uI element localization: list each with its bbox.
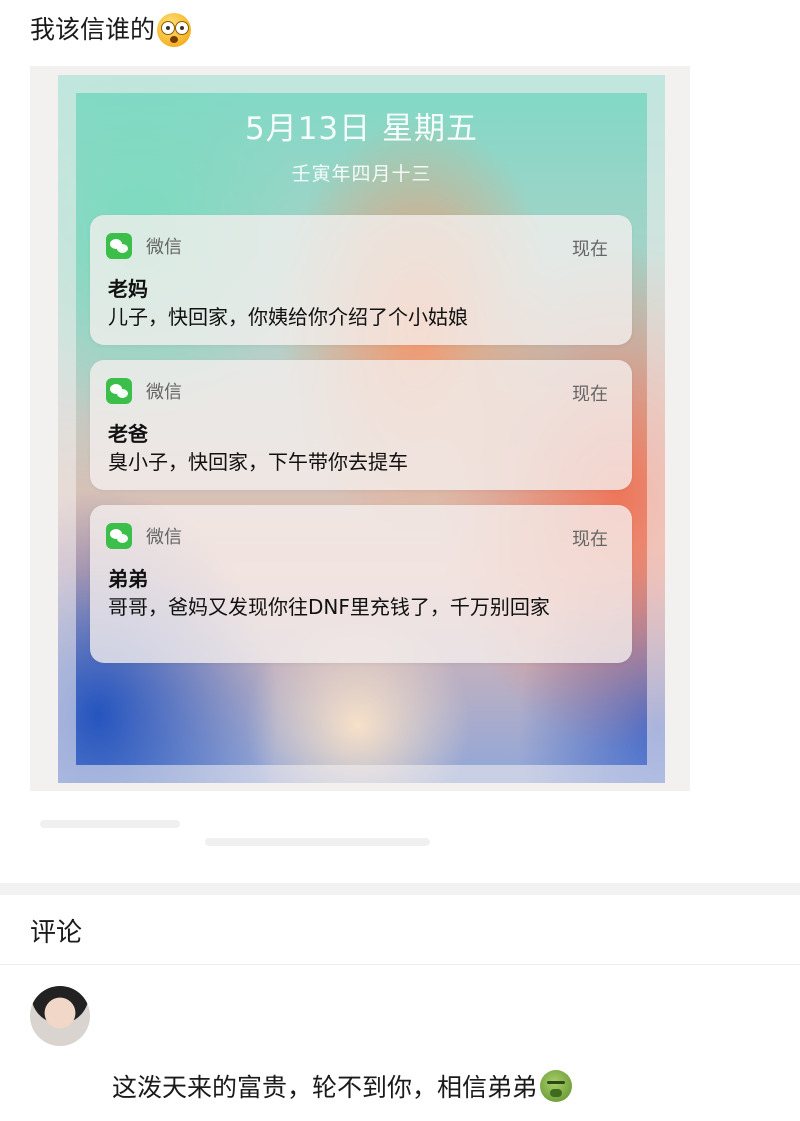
blurred-text	[205, 838, 430, 846]
notification-body: 臭小子，快回家，下午带你去提车	[108, 450, 408, 474]
notification-card: 微信 现在 老爸 臭小子，快回家，下午带你去提车	[90, 360, 632, 490]
section-divider	[0, 883, 800, 895]
lockscreen-lunar-date: 壬寅年四月十三	[291, 163, 432, 185]
comments-heading: 评论	[30, 918, 83, 948]
notification-app-name: 微信	[146, 527, 182, 548]
notification-time: 现在	[572, 529, 608, 550]
wechat-icon	[106, 233, 132, 259]
notification-app-name: 微信	[146, 382, 182, 403]
notification-title: 弟弟	[108, 567, 148, 591]
notification-title: 老妈	[108, 277, 148, 301]
flushed-face-emoji-icon	[157, 13, 192, 47]
notification-app-name: 微信	[146, 237, 182, 258]
divider	[0, 964, 800, 965]
notification-body: 哥哥，爸妈又发现你往DNF里充钱了，千万别回家	[108, 595, 550, 619]
notification-card: 微信 现在 老妈 儿子，快回家，你姨给你介绍了个小姑娘	[90, 215, 632, 345]
post-text: 我该信谁的	[30, 10, 192, 50]
notification-time: 现在	[572, 384, 608, 405]
nauseated-face-emoji-icon	[540, 1070, 573, 1102]
wechat-icon	[106, 523, 132, 549]
blurred-text	[40, 820, 180, 828]
lockscreen-date: 5月13日 星期五	[244, 111, 479, 147]
avatar[interactable]	[30, 986, 90, 1046]
notification-body: 儿子，快回家，你姨给你介绍了个小姑娘	[108, 305, 468, 329]
wechat-icon	[106, 378, 132, 404]
notification-card: 微信 现在 弟弟 哥哥，爸妈又发现你往DNF里充钱了，千万别回家	[90, 505, 632, 663]
post-text-content: 我该信谁的	[30, 15, 156, 44]
notification-title: 老爸	[108, 422, 148, 446]
comment-item: 这泼天来的富贵，轮不到你，相信弟弟	[112, 1068, 573, 1104]
post-image[interactable]: 5月13日 星期五 壬寅年四月十三 微信 现在 老妈 儿子，快回家，你姨给你介绍…	[58, 75, 665, 783]
comment-text: 这泼天来的富贵，轮不到你，相信弟弟	[112, 1073, 538, 1102]
notification-time: 现在	[572, 239, 608, 260]
